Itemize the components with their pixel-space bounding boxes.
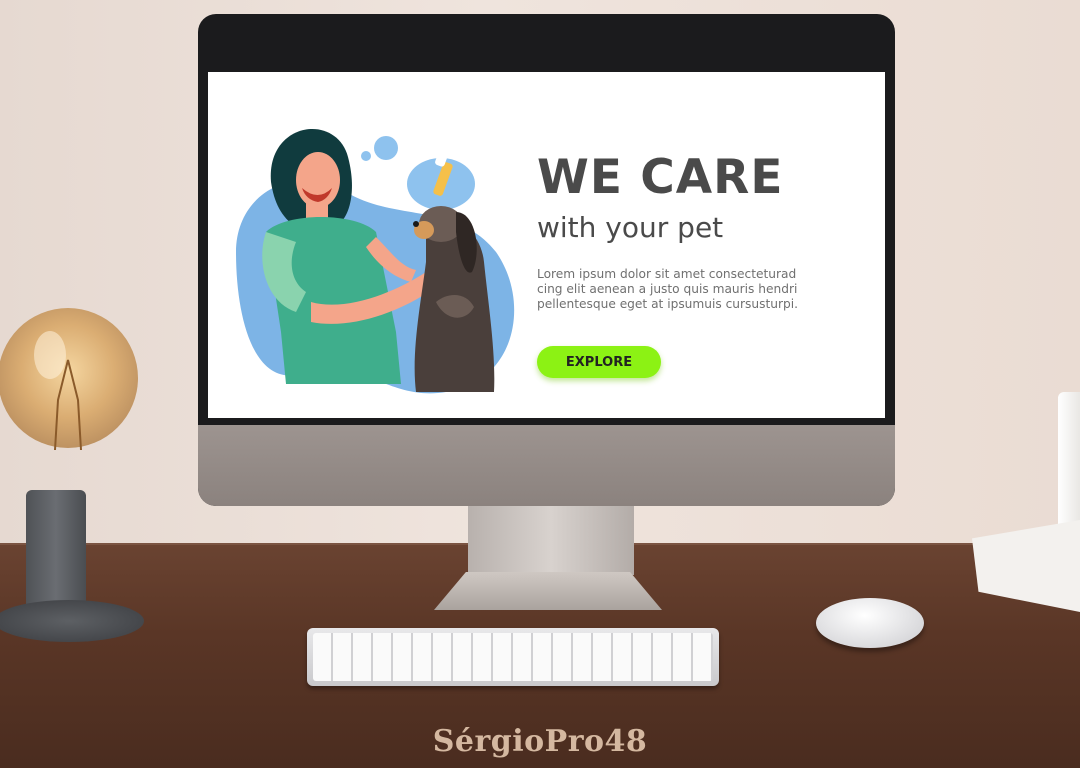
monitor-screen: WE CARE with your pet Lorem ipsum dolor … bbox=[208, 72, 885, 418]
lamp-socket bbox=[26, 490, 86, 618]
hero-description: Lorem ipsum dolor sit amet consecteturad… bbox=[537, 267, 817, 312]
hero-title: WE CARE bbox=[537, 150, 784, 205]
keyboard-keys bbox=[313, 633, 713, 681]
hero-subtitle: with your pet bbox=[537, 211, 724, 244]
monitor-stand-base bbox=[434, 572, 662, 610]
hero-description-line: pellentesque eget at ipsumuis cursusturp… bbox=[537, 297, 798, 311]
lightbulb-icon bbox=[0, 308, 138, 451]
monitor-chin bbox=[198, 425, 895, 506]
explore-button[interactable]: EXPLORE bbox=[537, 346, 661, 378]
hero-description-line: Lorem ipsum dolor sit amet consecteturad bbox=[537, 267, 797, 281]
monitor-stand-neck bbox=[468, 505, 634, 575]
hero-description-line: cing elit aenean a justo quis mauris hen… bbox=[537, 282, 798, 296]
lamp-base bbox=[0, 600, 144, 642]
woman-with-dog-illustration bbox=[236, 129, 515, 394]
watermark-text: SérgioPro48 bbox=[432, 724, 648, 759]
mouse bbox=[816, 598, 924, 648]
keyboard bbox=[307, 628, 719, 686]
